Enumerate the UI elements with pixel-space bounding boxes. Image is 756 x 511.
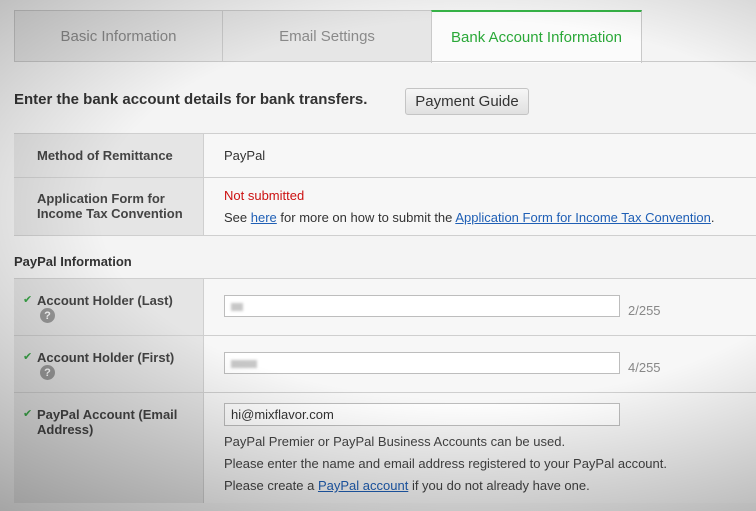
help-text-end: . — [710, 210, 715, 225]
last-name-counter: 2/255 — [628, 303, 661, 318]
email-row: ✔ PayPal Account (Email Address) hi@mixf… — [14, 393, 756, 503]
note3-pre: Please create a — [224, 478, 315, 493]
tax-form-label: Application Form for Income Tax Conventi… — [37, 191, 183, 221]
first-name-row: ✔ Account Holder (First) ? 4/255 — [14, 336, 756, 393]
last-name-label-cell: ✔ Account Holder (Last) ? — [14, 279, 204, 335]
email-label-line1: PayPal Account (Email — [37, 407, 178, 422]
payment-guide-button[interactable]: Payment Guide — [405, 88, 529, 115]
tab-label: Bank Account Information — [451, 29, 622, 46]
method-label-cell: Method of Remittance — [14, 134, 204, 177]
first-name-counter: 4/255 — [628, 360, 661, 375]
application-form-link[interactable]: Application Form for Income Tax Conventi… — [455, 210, 711, 225]
check-icon: ✔ — [23, 351, 33, 363]
method-row: Method of Remittance PayPal — [14, 134, 756, 178]
status-badge: Not submitted — [224, 188, 305, 203]
redacted-text — [231, 303, 243, 311]
email-label-line2: Address) — [37, 422, 94, 437]
last-name-value-cell: 2/255 — [204, 279, 756, 335]
page-lead: Enter the bank account details for bank … — [14, 91, 368, 108]
note-create-account: Please create a PayPal account if you do… — [224, 478, 590, 493]
tab-email-settings[interactable]: Email Settings — [222, 10, 432, 61]
last-name-input[interactable] — [224, 295, 620, 317]
first-name-input[interactable] — [224, 352, 620, 374]
email-value-cell: hi@mixflavor.com PayPal Premier or PayPa… — [204, 393, 756, 503]
tab-bar: Basic Information Email Settings Bank Ac… — [14, 10, 756, 63]
paypal-email-input[interactable]: hi@mixflavor.com — [224, 403, 620, 426]
email-label-cell: ✔ PayPal Account (Email Address) — [14, 393, 204, 503]
first-name-value-cell: 4/255 — [204, 336, 756, 392]
email-label: PayPal Account (Email Address) — [37, 407, 177, 437]
note3-post: if you do not already have one. — [411, 478, 590, 493]
note-registered-details: Please enter the name and email address … — [224, 456, 667, 471]
method-label: Method of Remittance — [37, 148, 173, 163]
note-account-types: PayPal Premier or PayPal Business Accoun… — [224, 434, 566, 449]
redacted-text — [231, 360, 257, 368]
first-name-label-cell: ✔ Account Holder (First) ? — [14, 336, 204, 392]
check-icon: ✔ — [23, 408, 33, 420]
tax-form-value-cell: Not submitted See here for more on how t… — [204, 178, 756, 235]
help-icon[interactable]: ? — [40, 308, 55, 323]
tab-label: Basic Information — [60, 27, 177, 45]
first-name-label: Account Holder (First) — [37, 350, 175, 365]
last-name-row: ✔ Account Holder (Last) ? 2/255 — [14, 279, 756, 336]
check-icon: ✔ — [23, 294, 33, 306]
help-text-mid: for more on how to submit the — [280, 210, 453, 225]
method-value-cell: PayPal — [204, 134, 756, 177]
paypal-section-title: PayPal Information — [14, 254, 132, 269]
tax-form-label-cell: Application Form for Income Tax Conventi… — [14, 178, 204, 235]
method-value: PayPal — [224, 148, 266, 163]
tax-form-help-text: See here for more on how to submit the A… — [224, 210, 715, 225]
paypal-table: ✔ Account Holder (Last) ? 2/255 ✔ Accoun… — [14, 278, 756, 503]
tab-basic-information[interactable]: Basic Information — [14, 10, 223, 61]
tab-label: Email Settings — [279, 27, 375, 45]
tax-form-label-line1: Application Form for — [37, 191, 165, 206]
help-text-see: See — [224, 210, 248, 225]
paypal-account-link[interactable]: PayPal account — [318, 478, 408, 493]
tax-form-label-line2: Income Tax Convention — [37, 206, 183, 221]
last-name-label: Account Holder (Last) — [37, 293, 173, 308]
tab-divider — [14, 61, 756, 62]
remittance-table: Method of Remittance PayPal Application … — [14, 133, 756, 236]
bank-account-page: Basic Information Email Settings Bank Ac… — [0, 0, 756, 511]
tab-bank-account-information[interactable]: Bank Account Information — [431, 10, 642, 63]
tax-form-row: Application Form for Income Tax Conventi… — [14, 178, 756, 236]
here-link[interactable]: here — [251, 210, 277, 225]
help-icon[interactable]: ? — [40, 365, 55, 380]
